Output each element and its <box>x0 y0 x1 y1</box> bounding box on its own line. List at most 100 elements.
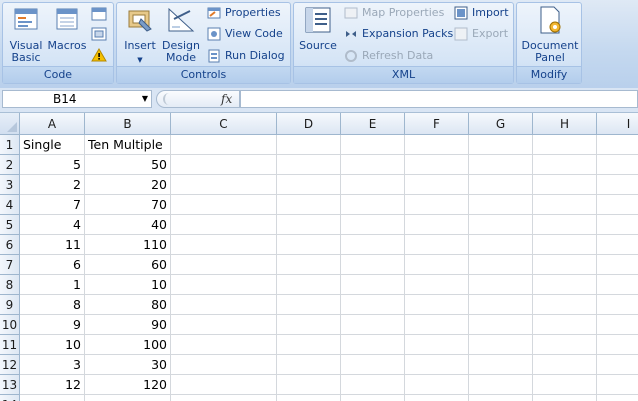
cell-d[interactable] <box>277 235 341 255</box>
cell-a[interactable]: 4 <box>20 215 85 235</box>
cell-i[interactable] <box>597 295 638 315</box>
cell-f[interactable] <box>405 235 469 255</box>
cell-g[interactable] <box>469 155 533 175</box>
cell-a[interactable]: 12 <box>20 375 85 395</box>
cell-f[interactable] <box>405 315 469 335</box>
cell-g[interactable] <box>469 315 533 335</box>
formula-bar-resize-handle[interactable] <box>163 93 175 105</box>
name-box[interactable]: B14 ▼ <box>2 90 152 108</box>
cell-g[interactable] <box>469 215 533 235</box>
document-panel-button[interactable]: Document Panel <box>520 5 580 64</box>
cell-d[interactable] <box>277 315 341 335</box>
cell-i[interactable] <box>597 375 638 395</box>
cell-g[interactable] <box>469 275 533 295</box>
cell-g[interactable] <box>469 175 533 195</box>
cell-h[interactable] <box>533 155 597 175</box>
view-code-button[interactable]: View Code <box>207 25 283 43</box>
cell-b[interactable]: 80 <box>85 295 171 315</box>
cell-f[interactable] <box>405 135 469 155</box>
row-header[interactable]: 6 <box>0 235 20 255</box>
map-properties-button[interactable]: Map Properties <box>344 4 444 22</box>
cell-h[interactable] <box>533 175 597 195</box>
cell-d[interactable] <box>277 295 341 315</box>
cell-f[interactable] <box>405 275 469 295</box>
cell-a[interactable]: 2 <box>20 175 85 195</box>
cell-e[interactable] <box>341 175 405 195</box>
cell-i[interactable] <box>597 275 638 295</box>
run-dialog-button[interactable]: Run Dialog <box>207 47 285 65</box>
column-header-h[interactable]: H <box>533 113 597 135</box>
cell-b[interactable]: 30 <box>85 355 171 375</box>
cell-c[interactable] <box>171 215 277 235</box>
cell-i[interactable] <box>597 195 638 215</box>
row-header[interactable]: 10 <box>0 315 20 335</box>
cell-h[interactable] <box>533 355 597 375</box>
cell-i[interactable] <box>597 215 638 235</box>
cell-f[interactable] <box>405 355 469 375</box>
export-button[interactable]: Export <box>454 25 508 43</box>
cell-c[interactable] <box>171 155 277 175</box>
cell-d[interactable] <box>277 375 341 395</box>
cell-f[interactable] <box>405 215 469 235</box>
cell-e[interactable] <box>341 155 405 175</box>
cell-c[interactable] <box>171 255 277 275</box>
column-header-i[interactable]: I <box>597 113 638 135</box>
cell-h[interactable] <box>533 135 597 155</box>
row-header[interactable]: 11 <box>0 335 20 355</box>
cell-e[interactable] <box>341 235 405 255</box>
cell-e[interactable] <box>341 295 405 315</box>
column-header-g[interactable]: G <box>469 113 533 135</box>
cell-i[interactable] <box>597 155 638 175</box>
cell-b[interactable]: 100 <box>85 335 171 355</box>
cell-i[interactable] <box>597 395 638 401</box>
cell-e[interactable] <box>341 195 405 215</box>
cell-d[interactable] <box>277 355 341 375</box>
cell-g[interactable] <box>469 335 533 355</box>
cell-b[interactable]: 70 <box>85 195 171 215</box>
cell-e[interactable] <box>341 375 405 395</box>
cell-f[interactable] <box>405 375 469 395</box>
cell-d[interactable] <box>277 255 341 275</box>
source-button[interactable]: Source <box>298 5 338 52</box>
select-all-button[interactable] <box>0 113 20 135</box>
cell-i[interactable] <box>597 255 638 275</box>
cell-f[interactable] <box>405 155 469 175</box>
column-header-f[interactable]: F <box>405 113 469 135</box>
cell-g[interactable] <box>469 135 533 155</box>
cell-h[interactable] <box>533 395 597 401</box>
cell-h[interactable] <box>533 315 597 335</box>
cell-h[interactable] <box>533 215 597 235</box>
cell-f[interactable] <box>405 175 469 195</box>
cell-e[interactable] <box>341 275 405 295</box>
import-button[interactable]: Import <box>454 4 509 22</box>
cell-f[interactable] <box>405 395 469 401</box>
cell-g[interactable] <box>469 255 533 275</box>
cell-f[interactable] <box>405 335 469 355</box>
cell-f[interactable] <box>405 255 469 275</box>
cell-a[interactable]: 1 <box>20 275 85 295</box>
row-header[interactable]: 4 <box>0 195 20 215</box>
cell-g[interactable] <box>469 395 533 401</box>
cell-g[interactable] <box>469 355 533 375</box>
cell-d[interactable] <box>277 395 341 401</box>
cell-a[interactable] <box>20 395 85 401</box>
row-header[interactable]: 1 <box>0 135 20 155</box>
cell-g[interactable] <box>469 235 533 255</box>
cell-e[interactable] <box>341 255 405 275</box>
cell-c[interactable] <box>171 135 277 155</box>
cell-c[interactable] <box>171 295 277 315</box>
insert-button[interactable]: Insert ▼ <box>121 5 159 66</box>
cell-b[interactable]: 60 <box>85 255 171 275</box>
cell-b[interactable]: 90 <box>85 315 171 335</box>
cell-b[interactable]: Ten Multiple <box>85 135 171 155</box>
cell-h[interactable] <box>533 275 597 295</box>
cell-d[interactable] <box>277 215 341 235</box>
cell-d[interactable] <box>277 155 341 175</box>
row-header[interactable]: 3 <box>0 175 20 195</box>
cell-a[interactable]: 11 <box>20 235 85 255</box>
cell-i[interactable] <box>597 315 638 335</box>
cell-b[interactable]: 20 <box>85 175 171 195</box>
cell-g[interactable] <box>469 195 533 215</box>
relative-references-icon[interactable] <box>91 27 107 41</box>
cell-i[interactable] <box>597 335 638 355</box>
